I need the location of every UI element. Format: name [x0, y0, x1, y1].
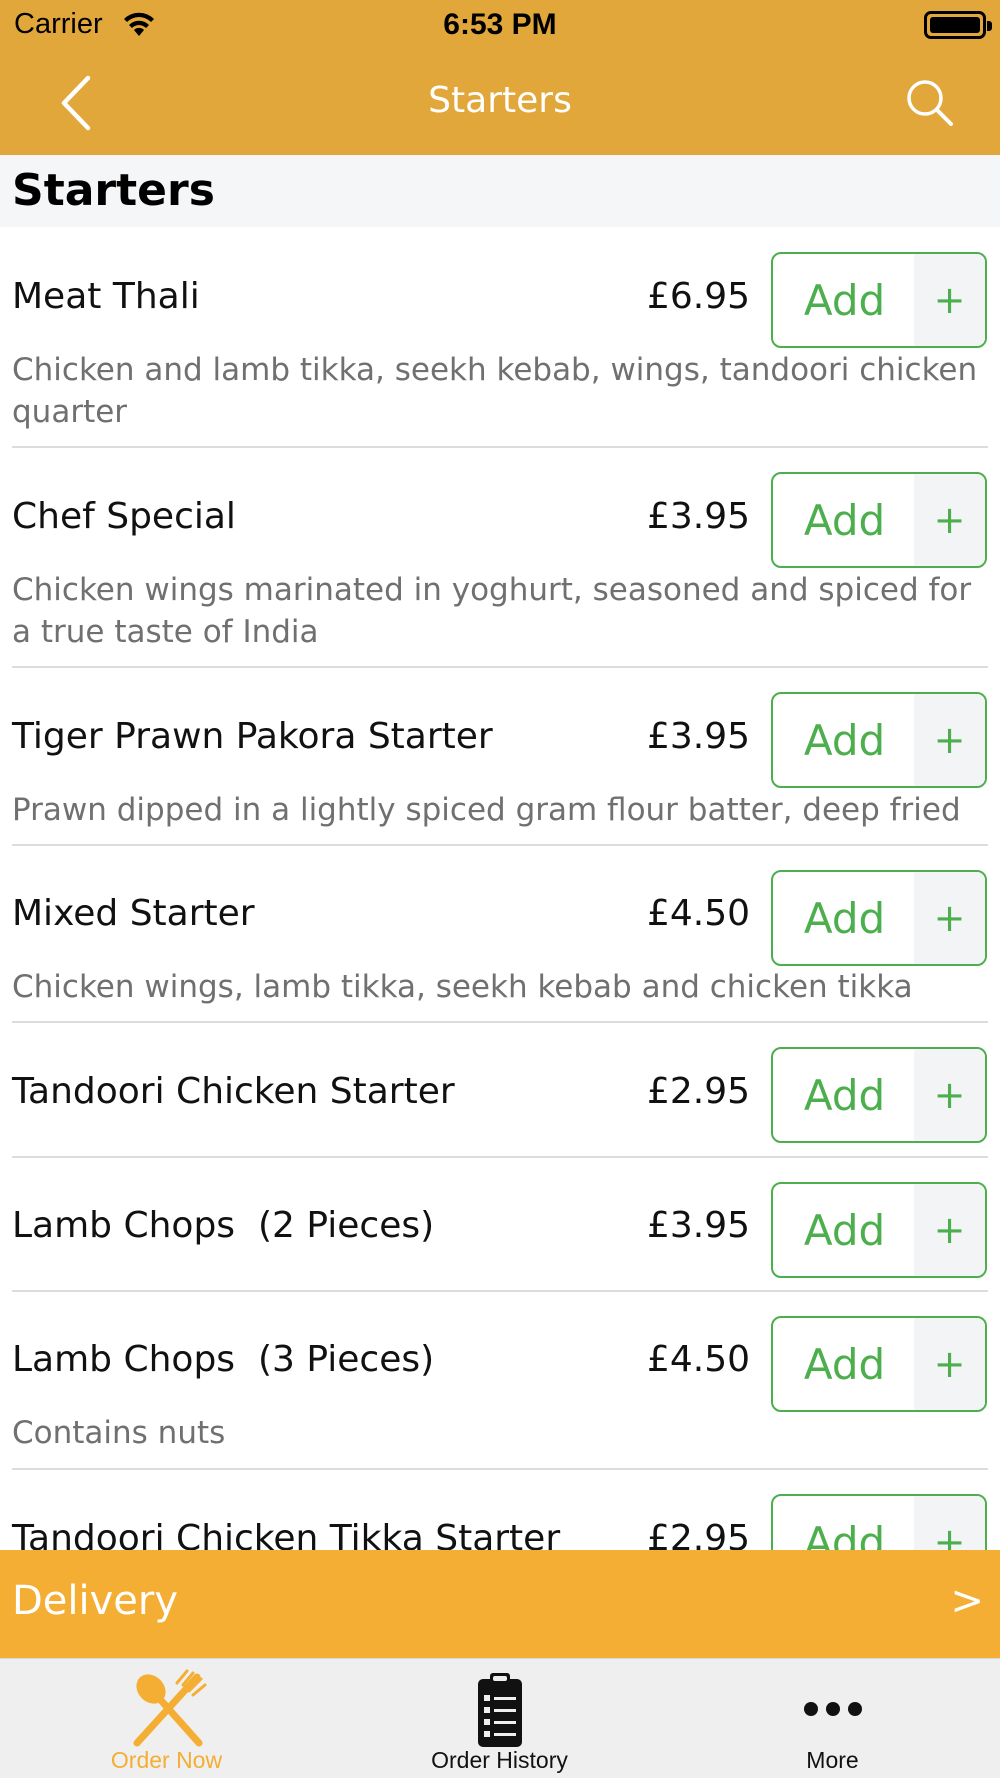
item-name: Tandoori Chicken Starter — [12, 1071, 455, 1112]
item-price: £2.95 — [646, 1518, 750, 1550]
item-description: Chicken wings, lamb tikka, seekh kebab a… — [12, 969, 913, 1005]
status-bar: Carrier 6:53 PM — [0, 0, 1000, 50]
add-button[interactable]: Add + — [771, 1494, 987, 1550]
delivery-bar[interactable]: Delivery > — [0, 1550, 1000, 1658]
item-price: £3.95 — [646, 1205, 750, 1246]
plus-icon: + — [914, 254, 985, 346]
add-button-label: Add — [803, 715, 886, 765]
add-button-label: Add — [803, 1205, 886, 1255]
more-dots-icon — [803, 1702, 862, 1716]
item-description: Chicken wings marinated in yoghurt, seas… — [12, 572, 972, 650]
tab-label: Order History — [431, 1747, 568, 1773]
item-name: Tiger Prawn Pakora Starter — [12, 716, 493, 757]
plus-icon: + — [914, 694, 985, 786]
navigation-bar: Starters — [0, 50, 1000, 155]
item-description: Prawn dipped in a lightly spiced gram fl… — [12, 792, 961, 828]
plus-icon: + — [914, 1318, 985, 1410]
item-price: £2.95 — [646, 1071, 750, 1112]
tab-label: More — [806, 1747, 859, 1773]
item-name: Lamb Chops (2 Pieces) — [12, 1205, 435, 1246]
page-title: Starters — [428, 80, 572, 121]
plus-icon: + — [914, 1049, 985, 1141]
add-button[interactable]: Add + — [771, 252, 987, 348]
item-name: Meat Thali — [12, 276, 200, 317]
item-price: £6.95 — [646, 276, 750, 317]
item-name: Chef Special — [12, 496, 236, 537]
tab-order-history[interactable]: Order History — [333, 1659, 666, 1778]
add-button-label: Add — [803, 1339, 886, 1389]
add-button-label: Add — [803, 1070, 886, 1120]
tab-more[interactable]: More — [666, 1659, 999, 1778]
delivery-label: Delivery — [12, 1578, 179, 1624]
item-name: Tandoori Chicken Tikka Starter — [12, 1518, 561, 1550]
add-button[interactable]: Add + — [771, 1316, 987, 1412]
menu-item: Tandoori Chicken Tikka Starter £2.95 Add… — [0, 1470, 1000, 1550]
battery-icon — [924, 11, 992, 39]
tab-bar: Order Now Order History More — [0, 1658, 1000, 1778]
clipboard-list-icon — [477, 1673, 522, 1747]
add-button[interactable]: Add + — [771, 692, 987, 788]
add-button[interactable]: Add + — [771, 1047, 987, 1143]
chevron-right-icon: > — [950, 1578, 984, 1624]
menu-item: Mixed Starter £4.50 Add + Chicken wings,… — [0, 846, 1000, 1023]
section-title: Starters — [12, 165, 215, 216]
menu-list[interactable]: Meat Thali £6.95 Add + Chicken and lamb … — [0, 227, 1000, 1550]
item-price: £3.95 — [646, 716, 750, 757]
add-button[interactable]: Add + — [771, 870, 987, 966]
add-button[interactable]: Add + — [771, 472, 987, 568]
item-description: Contains nuts — [12, 1415, 226, 1451]
menu-item: Tandoori Chicken Starter £2.95 Add + — [0, 1023, 1000, 1158]
section-header: Starters — [0, 155, 1000, 227]
fork-knife-icon — [133, 1669, 206, 1747]
item-description: Chicken and lamb tikka, seekh kebab, win… — [12, 352, 978, 430]
add-button-label: Add — [803, 1517, 886, 1551]
menu-item: Lamb Chops (3 Pieces) £4.50 Add + Contai… — [0, 1292, 1000, 1470]
plus-icon: + — [914, 872, 985, 964]
item-name: Mixed Starter — [12, 893, 255, 934]
item-name: Lamb Chops (3 Pieces) — [12, 1339, 435, 1380]
clock: 6:53 PM — [443, 8, 557, 41]
add-button[interactable]: Add + — [771, 1182, 987, 1278]
plus-icon: + — [914, 474, 985, 566]
add-button-label: Add — [803, 495, 886, 545]
item-price: £3.95 — [646, 496, 750, 537]
add-button-label: Add — [803, 893, 886, 943]
item-price: £4.50 — [646, 1339, 750, 1380]
add-button-label: Add — [803, 275, 886, 325]
search-icon[interactable] — [903, 76, 955, 128]
menu-item: Chef Special £3.95 Add + Chicken wings m… — [0, 448, 1000, 668]
plus-icon: + — [914, 1496, 985, 1550]
menu-item: Tiger Prawn Pakora Starter £3.95 Add + P… — [0, 668, 1000, 846]
tab-label: Order Now — [110, 1747, 223, 1773]
tab-order-now[interactable]: Order Now — [0, 1659, 333, 1778]
plus-icon: + — [914, 1184, 985, 1276]
item-price: £4.50 — [646, 893, 750, 934]
menu-item: Lamb Chops (2 Pieces) £3.95 Add + — [0, 1158, 1000, 1292]
menu-item: Meat Thali £6.95 Add + Chicken and lamb … — [0, 227, 1000, 448]
